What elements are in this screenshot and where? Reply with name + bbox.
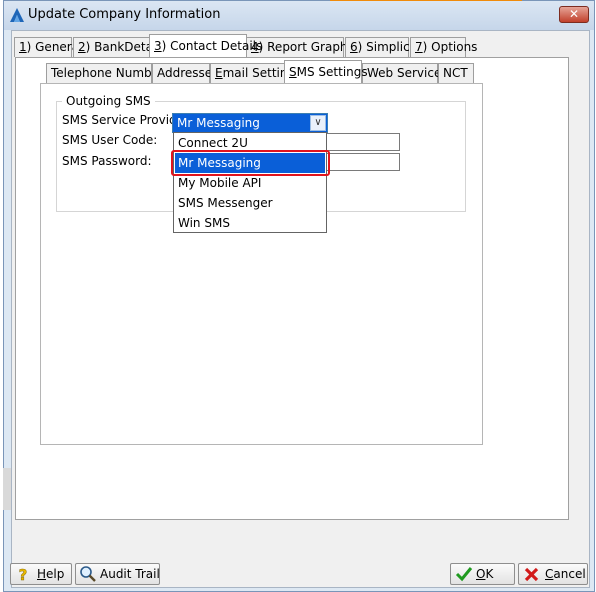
window-title: Update Company Information bbox=[28, 7, 221, 22]
tab-web-services-label: Web Services bbox=[367, 66, 448, 80]
sms-user-code-label: SMS User Code: bbox=[62, 133, 158, 147]
tab-simplicity-accel: 6 bbox=[350, 40, 358, 54]
tab-email-settings-accel: E bbox=[215, 66, 223, 80]
ok-button[interactable]: OK bbox=[450, 563, 515, 585]
help-button-accel: H bbox=[37, 567, 47, 581]
help-icon: ? bbox=[18, 566, 28, 582]
tab-telephone-numbers[interactable]: Telephone Numbers bbox=[46, 63, 170, 83]
ok-button-label: K bbox=[485, 567, 494, 581]
svg-text:?: ? bbox=[19, 566, 28, 582]
dropdown-option-sms-messenger[interactable]: SMS Messenger bbox=[175, 193, 325, 213]
tab-general-accel: 1 bbox=[19, 40, 27, 54]
sms-password-label: SMS Password: bbox=[62, 154, 152, 168]
highlight-annotation bbox=[171, 150, 330, 176]
tab-simplicity[interactable]: 6) Simplicity bbox=[345, 37, 425, 57]
tab-contact-details[interactable]: 3) Contact Details bbox=[149, 34, 262, 57]
tab-sms-settings[interactable]: SMS Settings bbox=[284, 60, 368, 83]
dropdown-option-win-sms[interactable]: Win SMS bbox=[175, 213, 325, 233]
magnifier-icon bbox=[80, 566, 96, 582]
dropdown-option-my-mobile-api[interactable]: My Mobile API bbox=[175, 173, 325, 193]
cross-icon bbox=[524, 567, 539, 582]
tab-contact-details-accel: 3 bbox=[154, 39, 162, 53]
sms-provider-dropdown-list: Connect 2U Mr Messaging My Mobile API SM… bbox=[173, 132, 327, 233]
help-button-label: elp bbox=[46, 567, 65, 581]
background-band bbox=[3, 468, 11, 510]
tab-email-settings[interactable]: Email Settings bbox=[210, 63, 286, 83]
tab-web-services[interactable]: Web Services bbox=[362, 63, 448, 83]
chevron-down-icon[interactable]: ∨ bbox=[310, 115, 326, 131]
sms-password-field[interactable] bbox=[326, 153, 400, 171]
audit-trail-button[interactable]: Audit Trail bbox=[75, 563, 160, 585]
app-logo-icon bbox=[10, 8, 24, 22]
tab-sms-settings-label: MS Settings bbox=[296, 65, 368, 79]
tab-bankdetails-label: ) BankDetails bbox=[85, 40, 153, 54]
tab-email-settings-label: mail Settings bbox=[222, 66, 285, 80]
outgoing-sms-group-title: Outgoing SMS bbox=[62, 94, 155, 108]
tab-options-accel: 7 bbox=[415, 40, 423, 54]
tab-addresses[interactable]: Addresses bbox=[152, 63, 218, 83]
cancel-button-label: ancel bbox=[553, 567, 586, 581]
tab-sms-settings-accel: S bbox=[289, 65, 297, 79]
tab-nct-label: NCT bbox=[443, 66, 468, 80]
sms-service-provider-value: Mr Messaging bbox=[177, 116, 260, 130]
tab-contact-details-label: ) Contact Details bbox=[161, 39, 263, 53]
tab-general[interactable]: 1) General bbox=[14, 37, 82, 57]
audit-trail-button-label: Audit Trail bbox=[100, 567, 160, 581]
help-button[interactable]: ? Help bbox=[10, 563, 72, 585]
close-button[interactable]: ✕ bbox=[559, 6, 589, 23]
sms-service-provider-select[interactable]: Mr Messaging ∨ bbox=[172, 113, 328, 133]
checkmark-icon bbox=[455, 567, 473, 582]
cancel-button[interactable]: Cancel bbox=[518, 563, 588, 585]
tab-options[interactable]: 7) Options bbox=[410, 37, 477, 57]
tab-bankdetails-accel: 2 bbox=[78, 40, 86, 54]
tab-nct[interactable]: NCT bbox=[438, 63, 474, 83]
tab-options-label: ) Options bbox=[422, 40, 478, 54]
tab-bankdetails[interactable]: 2) BankDetails bbox=[73, 37, 153, 57]
sms-user-code-field[interactable] bbox=[326, 133, 400, 151]
